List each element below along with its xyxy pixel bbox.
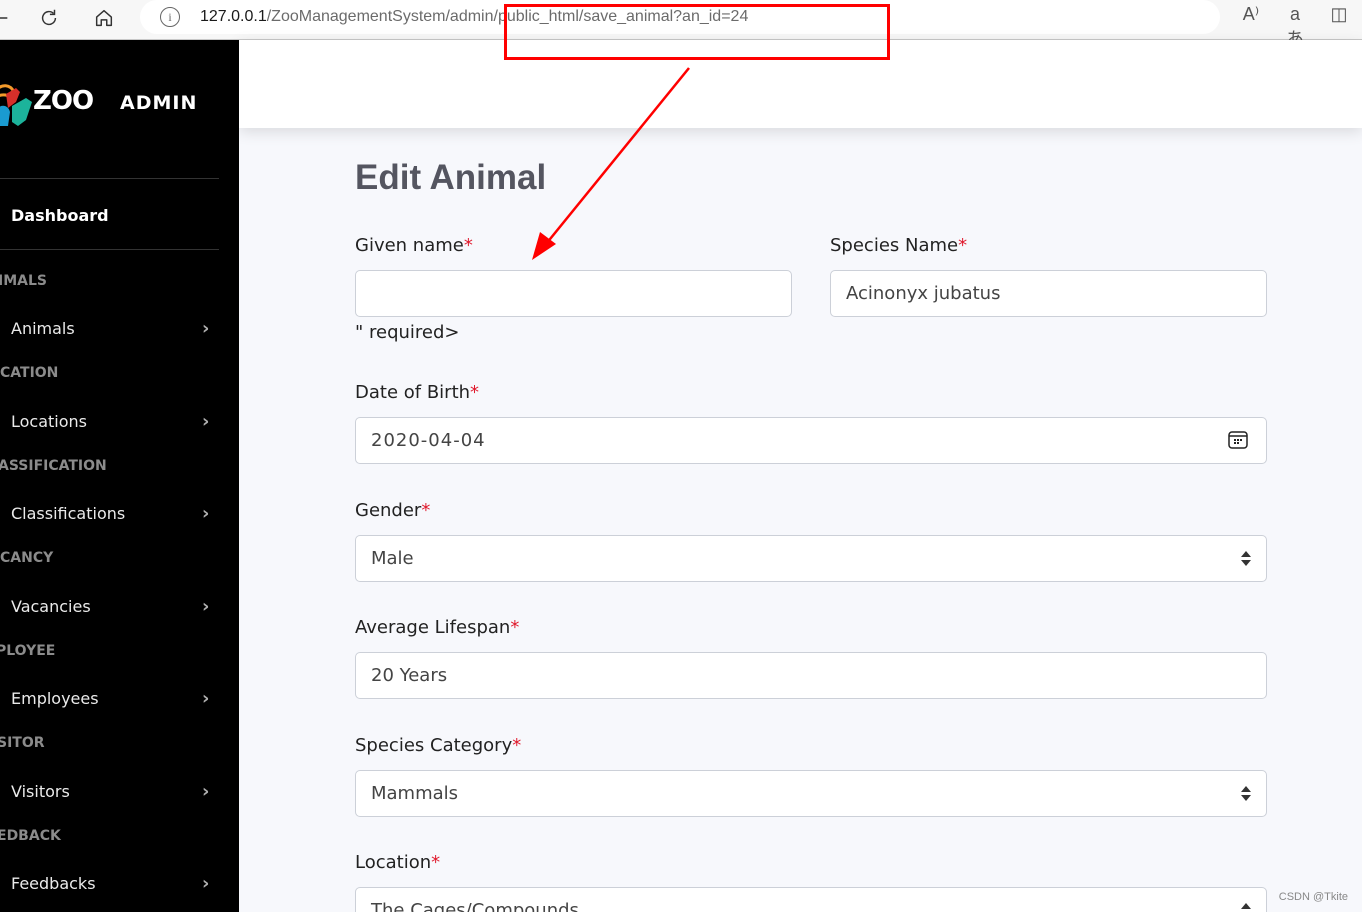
- section-heading-feedback: EDBACK: [0, 828, 61, 844]
- sidebar-item-label: Vacancies: [11, 597, 91, 616]
- species-name-label: Species Name*: [830, 235, 967, 256]
- sidebar-item-label: Visitors: [11, 782, 70, 801]
- gender-label: Gender*: [355, 500, 430, 521]
- chevron-right-icon: ›: [202, 781, 210, 802]
- select-arrows-icon: [1241, 551, 1251, 567]
- section-heading-employee: PLOYEE: [0, 643, 56, 659]
- sidebar-item-visitors[interactable]: Visitors ›: [0, 777, 239, 807]
- sidebar: ZOO ADMIN Dashboard IMALS Animals › CATI…: [0, 40, 239, 912]
- chevron-right-icon: ›: [202, 411, 210, 432]
- label-text: Species Category: [355, 735, 513, 756]
- back-icon[interactable]: [0, 4, 14, 32]
- stray-html-text: " required>: [355, 322, 460, 343]
- sidebar-item-locations[interactable]: Locations ›: [0, 407, 239, 437]
- url-host: 127.0.0.1: [200, 8, 267, 25]
- sidebar-item-label: Classifications: [11, 504, 126, 523]
- sidebar-item-animals[interactable]: Animals ›: [0, 314, 239, 344]
- brand-title: ADMIN: [120, 92, 198, 114]
- average-lifespan-label: Average Lifespan*: [355, 617, 519, 638]
- label-text: Date of Birth: [355, 382, 471, 403]
- location-select[interactable]: The Cages/Compounds: [355, 887, 1267, 912]
- chevron-right-icon: ›: [202, 596, 210, 617]
- sidebar-item-vacancies[interactable]: Vacancies ›: [0, 592, 239, 622]
- label-text: Gender: [355, 500, 422, 521]
- select-arrows-icon: [1241, 903, 1251, 912]
- date-of-birth-input[interactable]: 2020-04-04: [355, 417, 1267, 464]
- required-mark: *: [470, 382, 480, 403]
- species-name-input[interactable]: Acinonyx jubatus: [830, 270, 1267, 317]
- label-text: Location: [355, 852, 432, 873]
- section-heading-animals: IMALS: [0, 273, 47, 289]
- required-mark: *: [510, 617, 520, 638]
- annotation-highlight-box: [504, 4, 890, 60]
- given-name-label: Given name*: [355, 235, 473, 256]
- chevron-right-icon: ›: [202, 688, 210, 709]
- select-value: Mammals: [371, 783, 459, 804]
- sidebar-item-classifications[interactable]: Classifications ›: [0, 499, 239, 529]
- input-value: 20 Years: [371, 665, 448, 686]
- average-lifespan-input[interactable]: 20 Years: [355, 652, 1267, 699]
- select-arrows-icon: [1241, 786, 1251, 802]
- sidebar-item-employees[interactable]: Employees ›: [0, 684, 239, 714]
- logo-text: ZOO: [33, 86, 94, 116]
- reload-icon[interactable]: [35, 4, 63, 32]
- required-mark: *: [431, 852, 441, 873]
- sidebar-item-label: Animals: [11, 319, 75, 338]
- home-icon[interactable]: [90, 4, 118, 32]
- brand[interactable]: ZOO ADMIN: [0, 78, 239, 132]
- sidebar-divider: [0, 249, 219, 250]
- section-heading-visitor: SITOR: [0, 735, 45, 751]
- zoo-logo-icon: [0, 84, 32, 126]
- gender-select[interactable]: Male: [355, 535, 1267, 582]
- calendar-icon[interactable]: [1228, 431, 1248, 449]
- chevron-right-icon: ›: [202, 873, 210, 894]
- required-mark: *: [512, 735, 522, 756]
- sidebar-item-label: Employees: [11, 689, 99, 708]
- section-heading-vacancy: CANCY: [0, 550, 54, 566]
- section-heading-classification: ASSIFICATION: [0, 458, 107, 474]
- input-value: Acinonyx jubatus: [846, 283, 1001, 304]
- location-label: Location*: [355, 852, 440, 873]
- sidebar-divider: [0, 178, 219, 179]
- species-category-label: Species Category*: [355, 735, 521, 756]
- sidebar-item-dashboard[interactable]: Dashboard: [11, 206, 109, 225]
- section-heading-location: CATION: [0, 365, 59, 381]
- watermark: CSDN @Tkite: [1278, 891, 1348, 903]
- required-mark: *: [421, 500, 431, 521]
- species-category-select[interactable]: Mammals: [355, 770, 1267, 817]
- label-text: Given name: [355, 235, 464, 256]
- given-name-input[interactable]: [355, 270, 792, 317]
- sidebar-item-label: Feedbacks: [11, 874, 96, 893]
- required-mark: *: [463, 235, 473, 256]
- input-value: 2020-04-04: [371, 430, 486, 451]
- label-text: Species Name: [830, 235, 959, 256]
- sidebar-item-feedbacks[interactable]: Feedbacks ›: [0, 869, 239, 899]
- label-text: Average Lifespan: [355, 617, 511, 638]
- page-title: Edit Animal: [355, 158, 547, 197]
- date-of-birth-label: Date of Birth*: [355, 382, 479, 403]
- site-info-icon[interactable]: i: [160, 7, 180, 27]
- sidebar-item-label: Locations: [11, 412, 88, 431]
- chevron-right-icon: ›: [202, 318, 210, 339]
- select-value: The Cages/Compounds: [371, 900, 579, 912]
- select-value: Male: [371, 548, 414, 569]
- required-mark: *: [958, 235, 968, 256]
- chevron-right-icon: ›: [202, 503, 210, 524]
